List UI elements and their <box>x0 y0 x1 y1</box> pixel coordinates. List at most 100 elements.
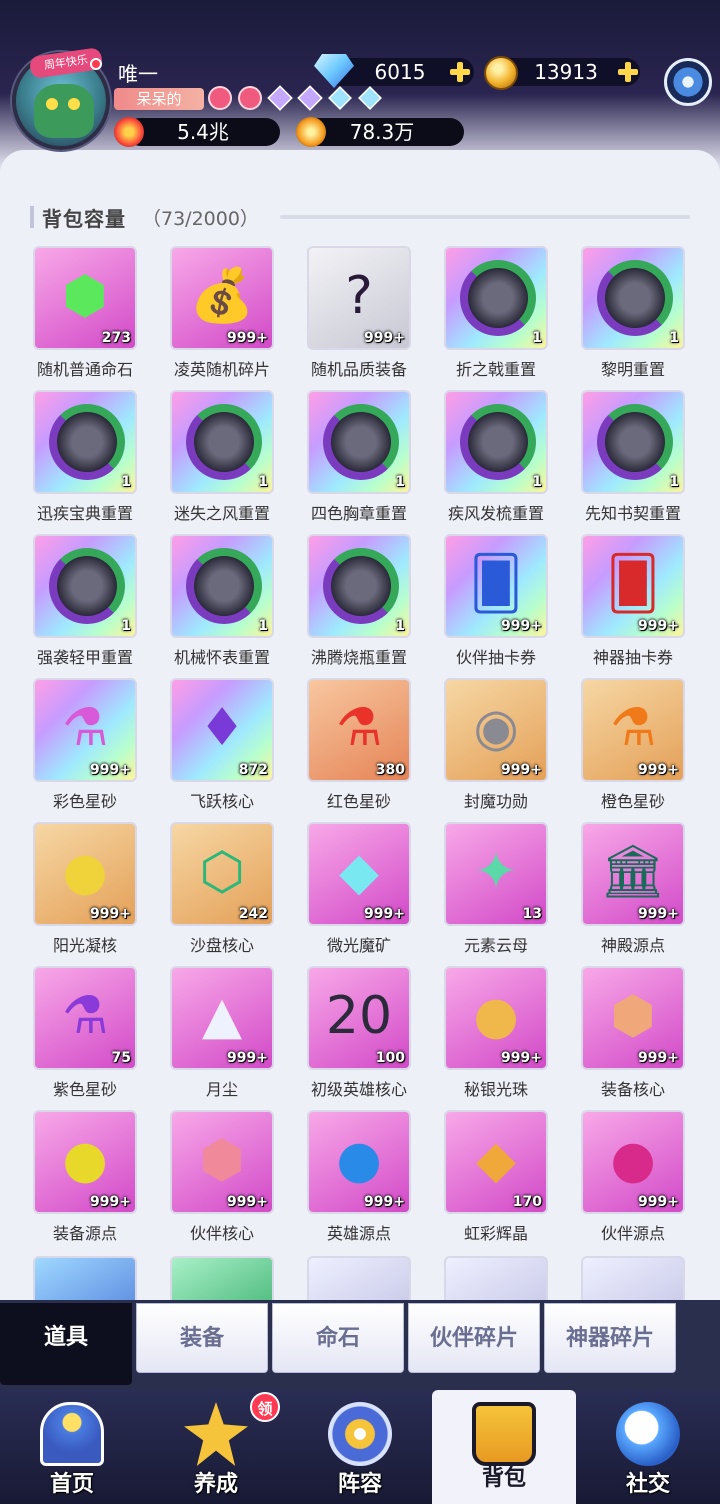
inventory-item[interactable]: ⚗ 999+ 彩色星砂 <box>30 678 140 811</box>
divider <box>280 215 690 219</box>
inventory-item[interactable]: ♦ 872 飞跃核心 <box>167 678 277 811</box>
inventory-item[interactable]: ● 999+ 英雄源点 <box>304 1110 414 1243</box>
inventory-item[interactable]: 1 折之戟重置 <box>441 246 551 379</box>
item-tile[interactable]: ⚗ 999+ <box>581 678 685 782</box>
nav-item-0[interactable]: 首页 <box>0 1390 144 1504</box>
inventory-item[interactable]: 💰 999+ 凌英随机碎片 <box>167 246 277 379</box>
item-tile[interactable]: 1 <box>170 534 274 638</box>
item-tile[interactable]: ● 999+ <box>307 1110 411 1214</box>
item-tile[interactable] <box>307 1256 411 1306</box>
item-label: 凌英随机碎片 <box>173 360 270 379</box>
item-tile[interactable]: ? 999+ <box>307 246 411 350</box>
inventory-item[interactable]: ▲ 999+ 月尘 <box>167 966 277 1099</box>
add-gems-button[interactable] <box>448 60 472 84</box>
item-tile[interactable]: 1 <box>307 534 411 638</box>
item-tile[interactable]: ⚗ 75 <box>33 966 137 1070</box>
item-tile[interactable]: 1 <box>581 390 685 494</box>
inventory-item[interactable]: ⚗ 999+ 橙色星砂 <box>578 678 688 811</box>
bottom-nav: 首页 养成 阵容 背包 社交 <box>0 1390 720 1504</box>
inventory-item[interactable]: ● 999+ 秘银光珠 <box>441 966 551 1099</box>
item-tile[interactable]: 1 <box>33 534 137 638</box>
inventory-item[interactable]: 🂠 999+ 神器抽卡券 <box>578 534 688 667</box>
tab-1[interactable]: 装备 <box>136 1303 268 1373</box>
inventory-item[interactable]: 1 强袭轻甲重置 <box>30 534 140 667</box>
item-tile[interactable]: 20 100 <box>307 966 411 1070</box>
inventory-item[interactable]: ⚗ 380 红色星砂 <box>304 678 414 811</box>
item-tile[interactable]: 🂠 999+ <box>444 534 548 638</box>
item-tile[interactable]: ● 999+ <box>33 1110 137 1214</box>
inventory-item[interactable]: ⬢ 999+ 装备核心 <box>578 966 688 1099</box>
nav-item-4[interactable]: 社交 <box>576 1390 720 1504</box>
item-tile[interactable] <box>581 1256 685 1306</box>
item-tile[interactable] <box>33 1256 137 1306</box>
purple-diamond-icon <box>297 85 323 111</box>
item-tile[interactable]: ● 999+ <box>444 966 548 1070</box>
inventory-item[interactable]: 1 疾风发梳重置 <box>441 390 551 523</box>
inventory-item[interactable]: ● 999+ 阳光凝核 <box>30 822 140 955</box>
item-tile[interactable]: 1 <box>33 390 137 494</box>
inventory-item[interactable]: ◉ 999+ 封魔功勋 <box>441 678 551 811</box>
item-count: 999+ <box>501 618 542 634</box>
reset-ring-icon <box>49 548 125 624</box>
inventory-item[interactable]: ✦ 13 元素云母 <box>441 822 551 955</box>
item-tile[interactable]: ⬢ 273 <box>33 246 137 350</box>
item-count: 170 <box>512 1194 542 1210</box>
inventory-item[interactable]: ◆ 170 虹彩辉晶 <box>441 1110 551 1243</box>
item-label: 红色星砂 <box>326 792 391 811</box>
item-tile[interactable]: ● 999+ <box>33 822 137 926</box>
inventory-item[interactable]: ? 999+ 随机品质装备 <box>304 246 414 379</box>
inventory-item[interactable]: 1 机械怀表重置 <box>167 534 277 667</box>
item-count: 1 <box>532 330 542 346</box>
inventory-item[interactable]: ⬢ 273 随机普通命石 <box>30 246 140 379</box>
tab-2[interactable]: 命石 <box>272 1303 404 1373</box>
item-tile[interactable]: ⬢ 999+ <box>170 1110 274 1214</box>
nav-item-2[interactable]: 阵容 <box>288 1390 432 1504</box>
inventory-item[interactable]: 20 100 初级英雄核心 <box>304 966 414 1099</box>
nav-item-3[interactable]: 背包 <box>432 1390 576 1504</box>
item-tile[interactable] <box>170 1256 274 1306</box>
item-tile[interactable]: 1 <box>444 246 548 350</box>
item-tile[interactable]: 1 <box>444 390 548 494</box>
item-tile[interactable]: 💰 999+ <box>170 246 274 350</box>
item-tile[interactable]: ◆ 170 <box>444 1110 548 1214</box>
inventory-item[interactable]: 1 先知书契重置 <box>578 390 688 523</box>
item-tile[interactable]: 1 <box>581 246 685 350</box>
item-tile[interactable]: 🏛 999+ <box>581 822 685 926</box>
inventory-item[interactable]: 1 迅疾宝典重置 <box>30 390 140 523</box>
settings-gear-icon[interactable] <box>664 58 712 106</box>
inventory-item[interactable]: ⬡ 242 沙盘核心 <box>167 822 277 955</box>
item-tile[interactable]: ◉ 999+ <box>444 678 548 782</box>
tab-0[interactable]: 道具 <box>0 1303 132 1385</box>
item-label: 阳光凝核 <box>52 936 117 955</box>
item-tile[interactable]: ⬡ 242 <box>170 822 274 926</box>
inventory-item[interactable]: 1 黎明重置 <box>578 246 688 379</box>
item-tile[interactable]: ♦ 872 <box>170 678 274 782</box>
tab-4[interactable]: 神器碎片 <box>544 1303 676 1373</box>
inventory-item[interactable]: 🏛 999+ 神殿源点 <box>578 822 688 955</box>
item-tile[interactable]: ▲ 999+ <box>170 966 274 1070</box>
item-tile[interactable]: ✦ 13 <box>444 822 548 926</box>
item-icon: ● <box>62 1130 108 1190</box>
add-coins-button[interactable] <box>616 60 640 84</box>
item-tile[interactable] <box>444 1256 548 1306</box>
tab-3[interactable]: 伙伴碎片 <box>408 1303 540 1373</box>
inventory-item[interactable]: ⚗ 75 紫色星砂 <box>30 966 140 1099</box>
inventory-item[interactable]: ⬢ 999+ 伙伴核心 <box>167 1110 277 1243</box>
inventory-item[interactable]: ● 999+ 装备源点 <box>30 1110 140 1243</box>
item-tile[interactable]: ⬢ 999+ <box>581 966 685 1070</box>
notification-dot-icon <box>90 58 102 70</box>
item-tile[interactable]: ⚗ 380 <box>307 678 411 782</box>
item-tile[interactable]: ● 999+ <box>581 1110 685 1214</box>
item-tile[interactable]: 1 <box>170 390 274 494</box>
item-tile[interactable]: ⚗ 999+ <box>33 678 137 782</box>
item-tile[interactable]: ◆ 999+ <box>307 822 411 926</box>
item-tile[interactable]: 1 <box>307 390 411 494</box>
inventory-item[interactable]: 🂠 999+ 伙伴抽卡券 <box>441 534 551 667</box>
inventory-item[interactable]: ◆ 999+ 微光魔矿 <box>304 822 414 955</box>
inventory-item[interactable]: 1 迷失之风重置 <box>167 390 277 523</box>
nav-badge: 领 <box>250 1392 280 1422</box>
inventory-item[interactable]: ● 999+ 伙伴源点 <box>578 1110 688 1243</box>
item-tile[interactable]: 🂠 999+ <box>581 534 685 638</box>
inventory-item[interactable]: 1 四色胸章重置 <box>304 390 414 523</box>
inventory-item[interactable]: 1 沸腾烧瓶重置 <box>304 534 414 667</box>
